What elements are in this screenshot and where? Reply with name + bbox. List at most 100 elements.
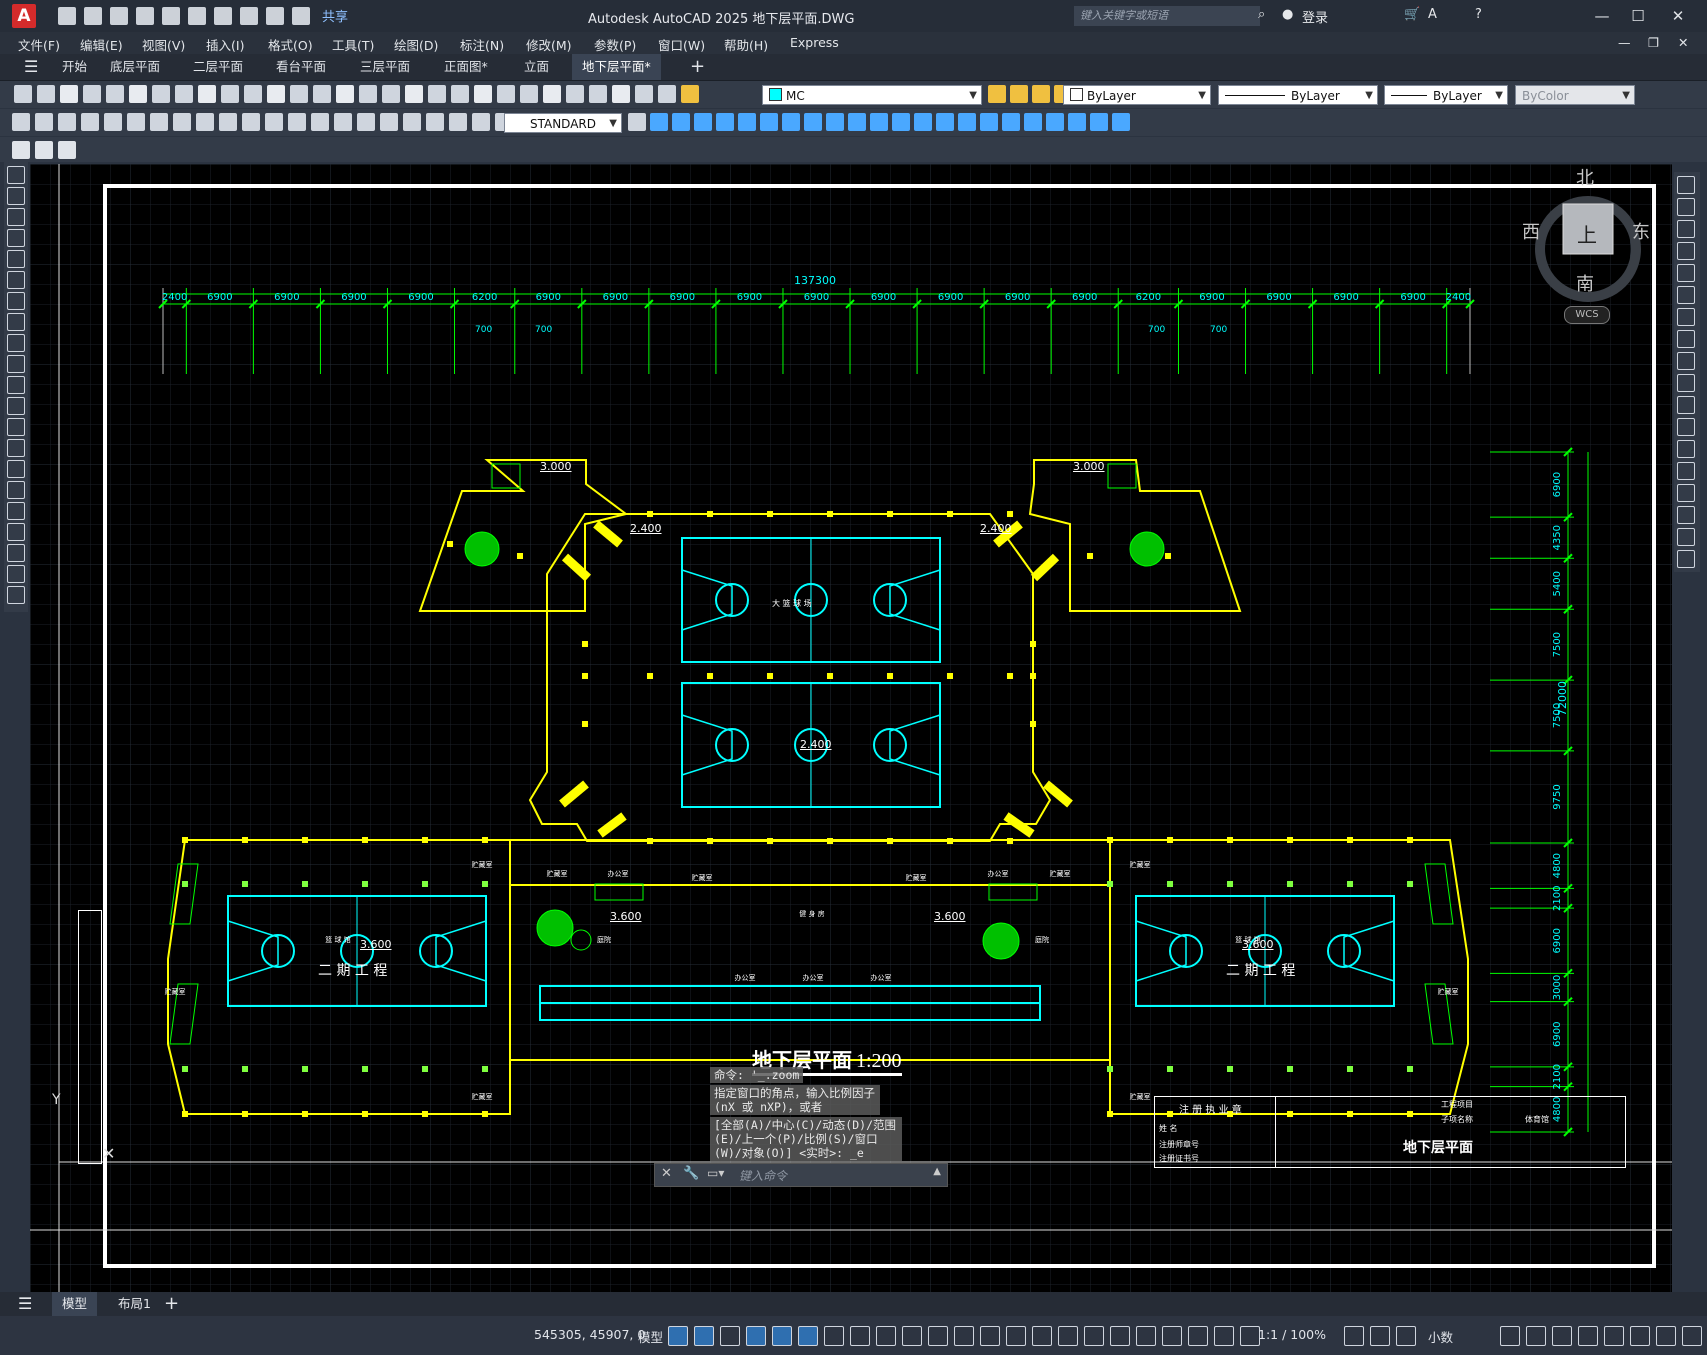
status-toggle-icon[interactable] xyxy=(876,1326,896,1346)
toolbar-tool-icon[interactable] xyxy=(334,113,352,131)
save-icon[interactable] xyxy=(110,6,128,25)
toolbar-tool-icon[interactable] xyxy=(311,113,329,131)
palette-tool-icon[interactable] xyxy=(7,229,25,247)
palette-tool-icon[interactable] xyxy=(1677,264,1695,282)
status-toggle-icon[interactable] xyxy=(772,1326,792,1346)
file-tab-front[interactable]: 正面图* xyxy=(434,54,498,80)
linetype-dropdown[interactable]: ByLayer ▼ xyxy=(1218,85,1378,105)
viewcube-south[interactable]: 南 xyxy=(1576,270,1594,296)
color-dropdown[interactable]: ByLayer ▼ xyxy=(1063,85,1211,105)
add-layout-icon[interactable]: + xyxy=(164,1293,179,1314)
palette-tool-icon[interactable] xyxy=(7,481,25,499)
status-toggle-icon[interactable] xyxy=(1630,1326,1650,1346)
toolbar-tool-icon[interactable] xyxy=(612,85,630,103)
toolbar-tool-icon[interactable] xyxy=(265,113,283,131)
user-icon[interactable]: ● xyxy=(1282,7,1293,22)
toolbar-tool-icon[interactable] xyxy=(288,113,306,131)
status-toggle-icon[interactable] xyxy=(1578,1326,1598,1346)
toolbar-tool-icon[interactable] xyxy=(83,85,101,103)
viewcube-west[interactable]: 西 xyxy=(1522,218,1540,244)
doc-close-icon[interactable]: ✕ xyxy=(1678,35,1688,50)
toolbar-tool-icon[interactable] xyxy=(81,113,99,131)
toolbar-tool-icon[interactable] xyxy=(716,113,734,131)
save-web-icon[interactable] xyxy=(188,6,206,25)
palette-tool-icon[interactable] xyxy=(1677,550,1695,568)
toolbar-tool-icon[interactable] xyxy=(497,85,515,103)
status-toggle-icon[interactable] xyxy=(1032,1326,1052,1346)
customize-icon[interactable] xyxy=(292,6,310,25)
toolbar-tool-icon[interactable] xyxy=(196,113,214,131)
toolbar-tool-icon[interactable] xyxy=(152,85,170,103)
viewcube-north[interactable]: 北 xyxy=(1576,164,1594,190)
palette-tool-icon[interactable] xyxy=(7,208,25,226)
toolbar-tool-icon[interactable] xyxy=(1112,113,1130,131)
text-style-dropdown[interactable]: STANDARD ▼ xyxy=(504,113,622,133)
menu-tools[interactable]: 工具(T) xyxy=(332,35,374,54)
model-space-button[interactable]: 模型 xyxy=(638,1327,663,1346)
palette-tool-icon[interactable] xyxy=(7,565,25,583)
new-icon[interactable] xyxy=(58,6,76,25)
command-input[interactable]: 键入命令 xyxy=(739,1167,787,1184)
toolbar-tool-icon[interactable] xyxy=(106,85,124,103)
toolbar-tool-icon[interactable] xyxy=(244,85,262,103)
help-icon[interactable]: ? xyxy=(1475,7,1482,22)
toolbar-tool-icon[interactable] xyxy=(474,85,492,103)
toolbar-tool-icon[interactable] xyxy=(1010,85,1028,103)
undo-icon[interactable] xyxy=(240,6,258,25)
palette-tool-icon[interactable] xyxy=(7,250,25,268)
toolbar-tool-icon[interactable] xyxy=(672,113,690,131)
palette-tool-icon[interactable] xyxy=(1677,396,1695,414)
open-icon[interactable] xyxy=(84,6,102,25)
status-toggle-icon[interactable] xyxy=(1188,1326,1208,1346)
toolbar-tool-icon[interactable] xyxy=(58,141,76,159)
status-toggle-icon[interactable] xyxy=(1110,1326,1130,1346)
toolbar-tool-icon[interactable] xyxy=(848,113,866,131)
doc-minimize-icon[interactable]: — xyxy=(1618,35,1631,50)
toolbar-tool-icon[interactable] xyxy=(635,85,653,103)
command-history-icon[interactable]: ▭▾ xyxy=(707,1166,724,1180)
status-toggle-icon[interactable] xyxy=(798,1326,818,1346)
toolbar-tool-icon[interactable] xyxy=(804,113,822,131)
status-toggle-icon[interactable] xyxy=(1240,1326,1260,1346)
palette-tool-icon[interactable] xyxy=(7,397,25,415)
toolbar-tool-icon[interactable] xyxy=(58,113,76,131)
file-tab-ground-floor[interactable]: 底层平面 xyxy=(100,54,170,80)
toolbar-tool-icon[interactable] xyxy=(313,85,331,103)
file-tab-basement[interactable]: 地下层平面* xyxy=(572,54,661,80)
status-toggle-icon[interactable] xyxy=(1162,1326,1182,1346)
toolbar-tool-icon[interactable] xyxy=(520,85,538,103)
toolbar-tool-icon[interactable] xyxy=(60,85,78,103)
status-toggle-icon[interactable] xyxy=(1006,1326,1026,1346)
status-toggle-icon[interactable] xyxy=(1370,1326,1390,1346)
toolbar-tool-icon[interactable] xyxy=(472,113,490,131)
toolbar-tool-icon[interactable] xyxy=(1046,113,1064,131)
save-as-icon[interactable] xyxy=(136,6,154,25)
menu-parametric[interactable]: 参数(P) xyxy=(594,35,636,54)
layer-dropdown[interactable]: MC ▼ xyxy=(762,85,982,105)
palette-tool-icon[interactable] xyxy=(1677,330,1695,348)
close-button[interactable]: ✕ xyxy=(1660,4,1696,28)
palette-tool-icon[interactable] xyxy=(7,187,25,205)
file-tab-third-floor[interactable]: 三层平面 xyxy=(350,54,420,80)
toolbar-tool-icon[interactable] xyxy=(198,85,216,103)
menu-draw[interactable]: 绘图(D) xyxy=(394,35,438,54)
layout-tab-layout1[interactable]: 布局1 xyxy=(108,1292,161,1316)
redo-icon[interactable] xyxy=(266,6,284,25)
close-command-icon[interactable]: ✕ xyxy=(661,1166,672,1181)
toolbar-tool-icon[interactable] xyxy=(650,113,668,131)
palette-tool-icon[interactable] xyxy=(1677,528,1695,546)
palette-tool-icon[interactable] xyxy=(7,292,25,310)
toolbar-tool-icon[interactable] xyxy=(219,113,237,131)
toolbar-tool-icon[interactable] xyxy=(1032,85,1050,103)
toolbar-tool-icon[interactable] xyxy=(826,113,844,131)
status-toggle-icon[interactable] xyxy=(1500,1326,1520,1346)
toolbar-tool-icon[interactable] xyxy=(936,113,954,131)
toolbar-tool-icon[interactable] xyxy=(336,85,354,103)
toolbar-tool-icon[interactable] xyxy=(628,113,646,131)
toolbar-tool-icon[interactable] xyxy=(1090,113,1108,131)
annotation-scale[interactable]: 1:1 / 100% xyxy=(1258,1327,1326,1342)
palette-tool-icon[interactable] xyxy=(1677,374,1695,392)
toolbar-tool-icon[interactable] xyxy=(37,85,55,103)
file-tab-stand[interactable]: 看台平面 xyxy=(266,54,336,80)
toolbar-tool-icon[interactable] xyxy=(175,85,193,103)
